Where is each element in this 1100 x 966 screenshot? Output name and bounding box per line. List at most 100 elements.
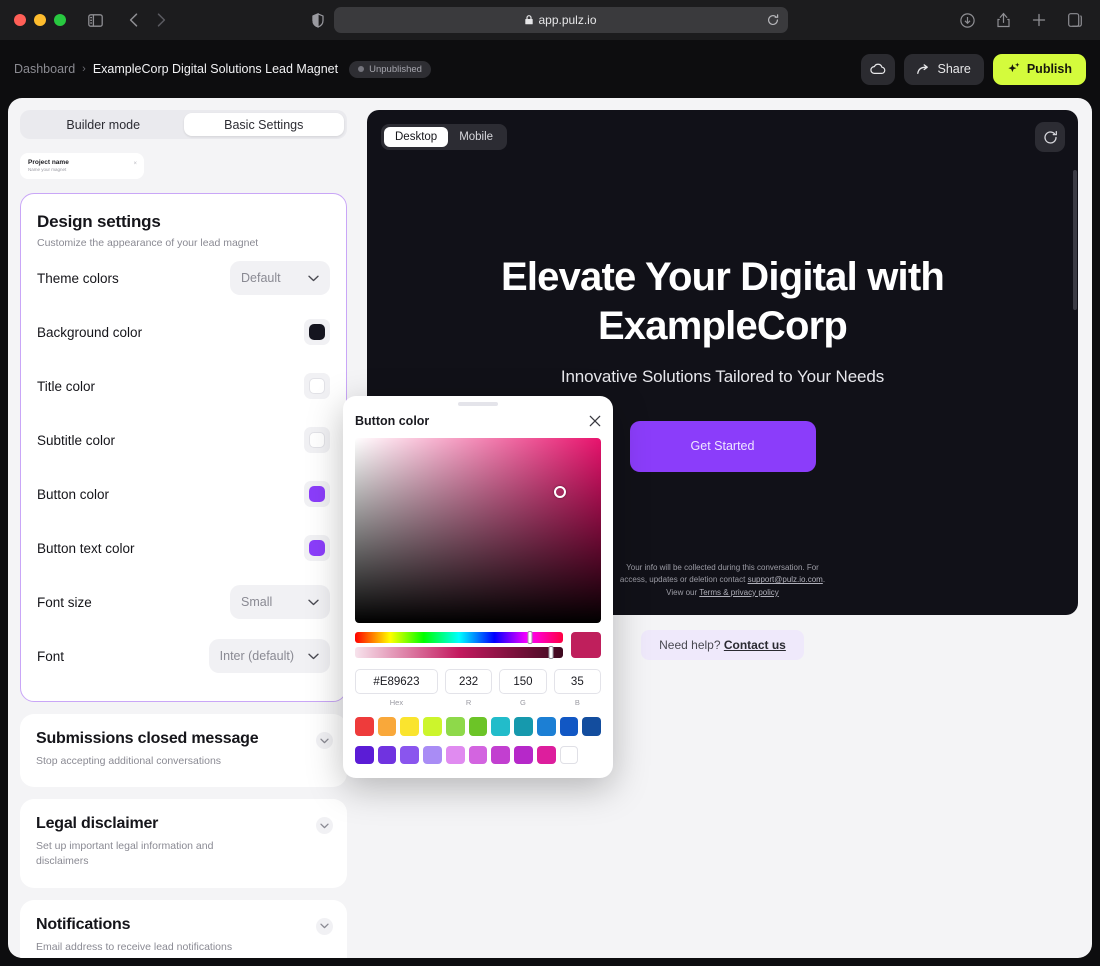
preset-swatch[interactable] (355, 717, 374, 736)
preset-swatch[interactable] (491, 717, 511, 736)
blue-input[interactable]: 35 (553, 669, 602, 694)
refresh-preview-button[interactable] (1035, 122, 1065, 152)
preset-swatch[interactable] (377, 717, 397, 736)
support-email-link[interactable]: support@pulz.io.com (748, 575, 823, 584)
preset-swatch[interactable] (400, 717, 420, 736)
sidebar-toggle-icon[interactable] (82, 7, 108, 33)
preset-swatch[interactable] (377, 745, 397, 765)
preset-swatch[interactable] (400, 745, 420, 765)
back-arrow-icon[interactable] (120, 7, 146, 33)
color-picker-popover: Button color #E89623 Hex 232 R 150 G 35 … (343, 396, 613, 779)
download-icon[interactable] (954, 7, 980, 33)
project-name-input[interactable]: Project name Name your magnet × (20, 153, 144, 179)
setting-label-theme-colors: Theme colors (37, 270, 119, 286)
chevron-down-icon[interactable] (316, 917, 333, 935)
preview-scrollbar[interactable] (1073, 170, 1077, 310)
preset-swatch[interactable] (559, 745, 579, 765)
alpha-slider-handle[interactable] (548, 646, 554, 659)
preset-swatch[interactable] (514, 745, 533, 765)
title-color-swatch[interactable] (304, 373, 330, 399)
clear-icon[interactable]: × (133, 161, 137, 167)
hue-slider-handle[interactable] (527, 631, 533, 644)
tab-builder-mode[interactable]: Builder mode (23, 113, 184, 136)
saturation-value-area[interactable] (355, 438, 601, 623)
status-badge: Unpublished (349, 60, 431, 78)
drag-handle[interactable] (458, 402, 498, 406)
window-traffic-lights[interactable] (14, 14, 66, 26)
browser-actions-group (954, 0, 1088, 40)
hero-cta-button[interactable]: Get Started (629, 420, 816, 472)
mode-toggle: Builder mode Basic Settings (20, 110, 347, 139)
contact-us-link[interactable]: Contact us (724, 638, 786, 652)
hex-caption: Hex (389, 698, 404, 707)
preset-swatch[interactable] (445, 717, 465, 736)
status-dot-icon (358, 66, 365, 72)
red-input[interactable]: 232 (444, 669, 493, 694)
preset-swatch[interactable] (582, 717, 602, 736)
button-text-color-swatch[interactable] (304, 535, 330, 561)
chevron-down-icon[interactable] (316, 732, 333, 749)
preset-swatch[interactable] (468, 745, 488, 765)
preset-swatch[interactable] (559, 717, 579, 736)
device-tab-mobile[interactable]: Mobile (448, 127, 504, 147)
saturation-handle[interactable] (554, 485, 567, 498)
background-color-chip (309, 324, 325, 340)
preset-swatch[interactable] (536, 717, 556, 736)
project-name-placeholder: Name your magnet (28, 167, 67, 173)
close-icon[interactable] (589, 415, 601, 427)
setting-label-title-color: Title color (37, 378, 96, 394)
cloud-save-button[interactable] (861, 53, 896, 85)
share-button[interactable]: Share (904, 53, 984, 85)
color-picker-header: Button color (355, 414, 601, 428)
preset-swatch[interactable] (355, 745, 374, 765)
preset-swatch[interactable] (536, 745, 556, 765)
green-input[interactable]: 150 (499, 669, 547, 694)
preset-swatch[interactable] (514, 717, 533, 736)
privacy-shield-icon[interactable] (312, 12, 324, 28)
breadcrumb: Dashboard › ExampleCorp Digital Solution… (14, 60, 431, 78)
theme-colors-select[interactable]: Default (230, 261, 330, 295)
device-toggle: Desktop Mobile (381, 124, 508, 150)
close-window-button[interactable] (14, 14, 26, 26)
publish-button[interactable]: Publish (992, 53, 1086, 85)
breadcrumb-dashboard-link[interactable]: Dashboard (14, 62, 75, 76)
share-icon[interactable] (990, 7, 1016, 33)
subtitle-color-swatch[interactable] (304, 427, 330, 453)
maximize-window-button[interactable] (54, 14, 66, 26)
plus-icon[interactable] (1026, 7, 1052, 33)
accordion-notifications[interactable]: Notifications Email address to receive l… (20, 899, 347, 958)
hex-input[interactable]: #E89623 (355, 669, 438, 694)
tab-overview-icon[interactable] (1062, 7, 1088, 33)
preset-swatch[interactable] (423, 717, 442, 736)
accordion-legal-disclaimer[interactable]: Legal disclaimer Set up important legal … (20, 799, 347, 888)
device-tab-desktop[interactable]: Desktop (384, 127, 449, 147)
chevron-down-icon (308, 653, 319, 660)
browser-nav-group (82, 7, 174, 33)
hue-slider[interactable] (355, 631, 563, 644)
share-arrow-icon (917, 63, 931, 75)
font-size-select[interactable]: Small (230, 585, 330, 619)
minimize-window-button[interactable] (34, 14, 46, 26)
font-select[interactable]: Inter (default) (208, 639, 330, 673)
tab-basic-settings[interactable]: Basic Settings (183, 113, 344, 136)
help-pill: Need help? Contact us (641, 630, 804, 660)
accordion-submissions-closed[interactable]: Submissions closed message Stop acceptin… (20, 714, 347, 788)
legal-line-2-post: . (822, 575, 826, 585)
preset-swatch[interactable] (491, 745, 511, 765)
reload-icon[interactable] (767, 14, 779, 26)
preset-swatch-grid-row1 (355, 717, 602, 736)
chevron-down-icon (308, 275, 319, 282)
background-color-swatch[interactable] (304, 319, 330, 345)
preset-swatch[interactable] (423, 745, 442, 765)
forward-arrow-icon[interactable] (148, 7, 174, 33)
button-color-swatch[interactable] (304, 481, 330, 507)
url-input[interactable]: app.pulz.io (334, 7, 788, 33)
terms-privacy-link[interactable]: Terms & privacy policy (699, 588, 779, 597)
accordion-subtitle: Set up important legal information and d… (36, 840, 214, 868)
preset-swatch[interactable] (468, 717, 488, 736)
setting-label-button-color: Button color (37, 486, 110, 502)
button-color-chip (309, 486, 325, 502)
preset-swatch[interactable] (445, 745, 465, 765)
alpha-slider[interactable] (355, 646, 563, 659)
setting-row-font: Font Inter (default) (37, 631, 330, 681)
